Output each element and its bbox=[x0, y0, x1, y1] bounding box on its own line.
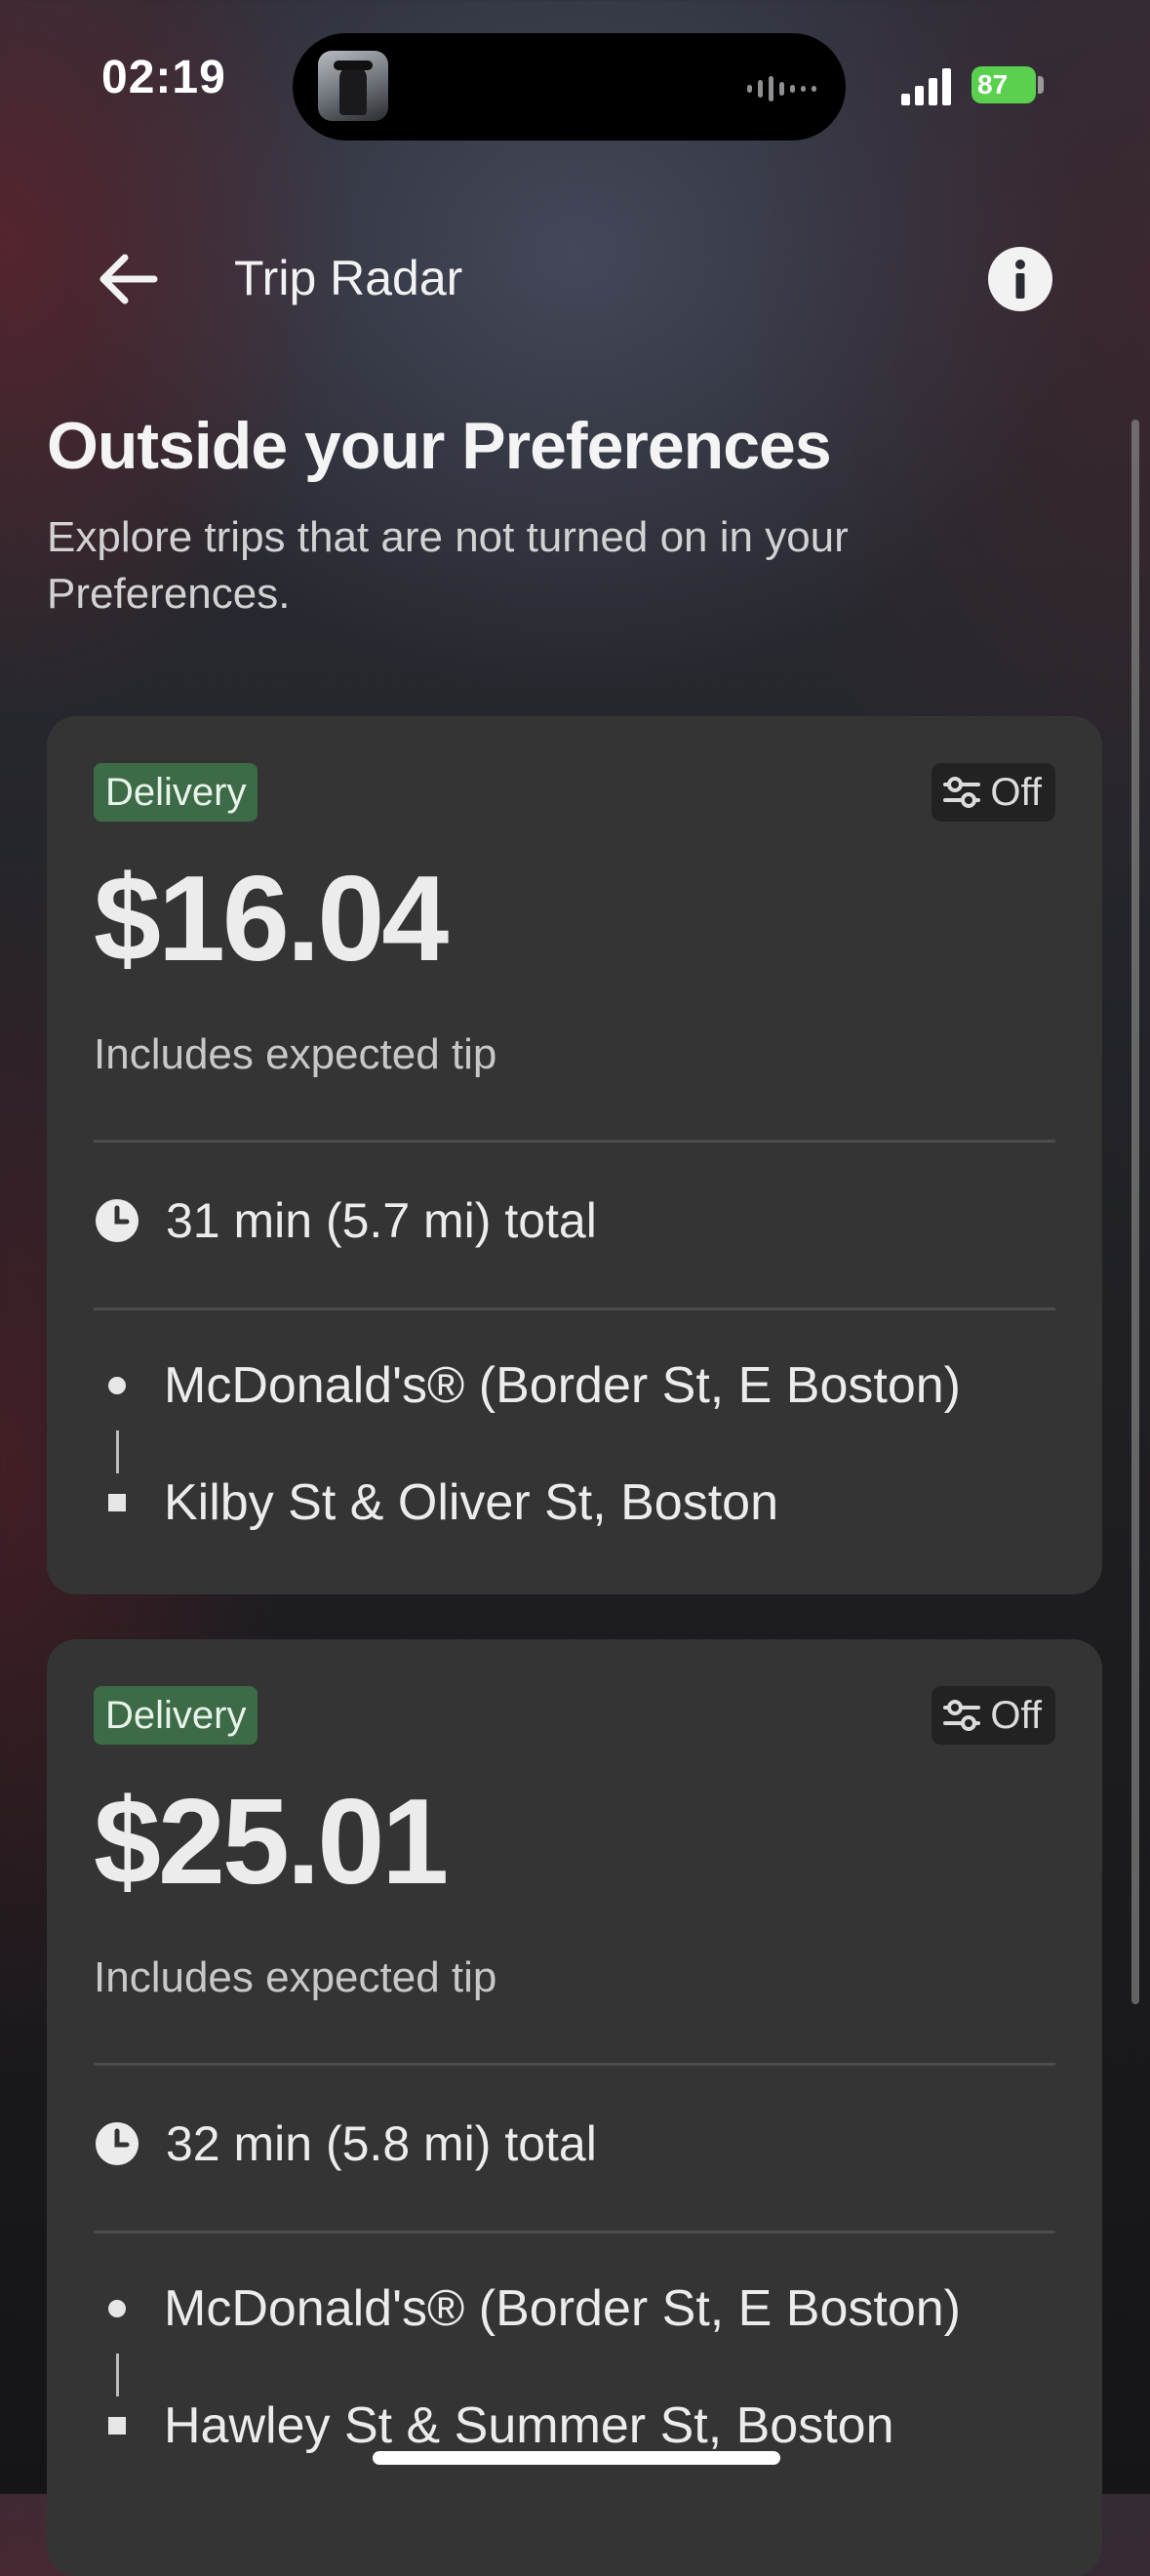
trip-duration: 31 min (5.7 mi) total bbox=[166, 1193, 597, 1248]
divider bbox=[94, 1308, 1055, 1310]
preference-status-text: Off bbox=[990, 771, 1042, 814]
pickup-stop: McDonald's® (Border St, E Boston) bbox=[94, 1356, 961, 1415]
dropoff-stop: Hawley St & Summer St, Boston bbox=[94, 2396, 894, 2455]
dropoff-address: Kilby St & Oliver St, Boston bbox=[164, 1474, 779, 1531]
clock-icon bbox=[96, 1199, 139, 1242]
dropoff-square-icon bbox=[108, 2417, 126, 2435]
pickup-address: McDonald's® (Border St, E Boston) bbox=[164, 1357, 961, 1414]
trip-card[interactable]: Delivery Off $16.04 Includes expected ti… bbox=[47, 716, 1102, 1594]
cellular-signal-icon bbox=[901, 68, 951, 105]
status-time: 02:19 bbox=[101, 52, 226, 103]
clock-icon bbox=[96, 2122, 139, 2165]
section-subtitle: Explore trips that are not turned on in … bbox=[47, 513, 849, 618]
route-connector bbox=[116, 2354, 119, 2396]
trip-card[interactable]: Delivery Off $25.01 Includes expected ti… bbox=[47, 1639, 1102, 2576]
battery-cap bbox=[1038, 76, 1044, 94]
fare-note: Includes expected tip bbox=[94, 1030, 497, 1078]
sliders-icon bbox=[943, 1700, 981, 1731]
divider bbox=[94, 1140, 1055, 1143]
trip-duration-row: 31 min (5.7 mi) total bbox=[94, 1192, 597, 1249]
preference-status-badge: Off bbox=[932, 1686, 1055, 1745]
trip-fare: $16.04 bbox=[94, 852, 449, 986]
arrow-left-icon bbox=[99, 254, 158, 304]
fare-note: Includes expected tip bbox=[94, 1953, 497, 2001]
divider bbox=[94, 2231, 1055, 2234]
divider bbox=[94, 2063, 1055, 2066]
pickup-dot-icon bbox=[108, 2300, 126, 2317]
section-title: Outside your Preferences bbox=[47, 409, 832, 483]
trip-fare: $25.01 bbox=[94, 1775, 449, 1910]
route-connector bbox=[116, 1430, 119, 1473]
dropoff-stop: Kilby St & Oliver St, Boston bbox=[94, 1473, 778, 1532]
preference-status-text: Off bbox=[990, 1694, 1042, 1737]
trip-duration-row: 32 min (5.8 mi) total bbox=[94, 2115, 597, 2172]
audio-waveform-icon bbox=[747, 76, 816, 101]
scrollbar[interactable] bbox=[1131, 420, 1139, 2004]
trip-type-tag: Delivery bbox=[94, 1686, 258, 1745]
dropoff-address: Hawley St & Summer St, Boston bbox=[164, 2397, 894, 2454]
dropoff-square-icon bbox=[108, 1494, 126, 1511]
preference-status-badge: Off bbox=[932, 763, 1055, 822]
dynamic-island[interactable] bbox=[293, 33, 846, 141]
pickup-address: McDonald's® (Border St, E Boston) bbox=[164, 2280, 961, 2337]
info-circle-icon bbox=[988, 247, 1052, 311]
back-button[interactable] bbox=[94, 244, 164, 314]
trip-type-tag: Delivery bbox=[94, 763, 258, 822]
battery-icon: 87 bbox=[972, 66, 1036, 103]
battery-level: 87 bbox=[977, 69, 1009, 100]
home-indicator[interactable] bbox=[373, 2451, 780, 2465]
pickup-dot-icon bbox=[108, 1377, 126, 1394]
info-button[interactable] bbox=[987, 246, 1053, 312]
pickup-stop: McDonald's® (Border St, E Boston) bbox=[94, 2279, 961, 2338]
page-title: Trip Radar bbox=[234, 251, 463, 305]
trip-duration: 32 min (5.8 mi) total bbox=[166, 2116, 597, 2171]
now-playing-album-art bbox=[318, 51, 388, 121]
sliders-icon bbox=[943, 777, 981, 808]
